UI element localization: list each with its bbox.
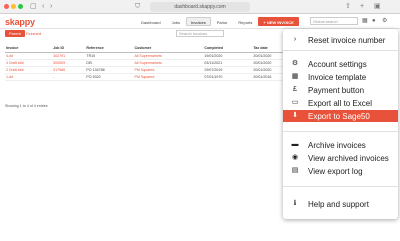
menu-item-label: Invoice template bbox=[308, 72, 367, 82]
forward-icon[interactable]: › bbox=[50, 2, 52, 12]
menu-item-reset-invoice-number[interactable]: › Reset invoice number bbox=[283, 34, 398, 46]
column-header[interactable]: Reference bbox=[85, 45, 134, 53]
menu-item-label: Account settings bbox=[308, 59, 367, 69]
table-row[interactable]: 2 Draft ### 317966 PO 134788 PM Squared … bbox=[5, 66, 300, 74]
column-header[interactable]: Completed bbox=[203, 45, 253, 53]
menu-item-label: Payment button bbox=[308, 85, 365, 95]
invoices-table: Invoice Job ID Reference Customer Comple… bbox=[5, 45, 300, 81]
customer-cell[interactable]: All Supermarkets bbox=[133, 59, 204, 67]
menu-item-label: Reset invoice number bbox=[308, 35, 386, 45]
archive-icon: ▬ bbox=[291, 141, 299, 148]
invoice-cell[interactable]: 2 Draft ### bbox=[5, 66, 53, 74]
gear-icon: ⚙ bbox=[291, 60, 299, 67]
menu-item-archive-invoices[interactable]: ▬ Archive invoices bbox=[283, 139, 398, 151]
chevron-right-icon: › bbox=[293, 36, 297, 43]
reference-cell: TR10 bbox=[85, 52, 134, 60]
document-icon: ▤ bbox=[291, 167, 299, 174]
pound-icon: £ bbox=[293, 86, 297, 93]
nav-invoices[interactable]: Invoices bbox=[186, 17, 211, 26]
table-row[interactable]: 3 Draft ### 300509 DEI All Supermarkets … bbox=[5, 59, 300, 67]
table-row-count: Showing 1 to 4 of 4 entries bbox=[5, 104, 48, 108]
nav-jobs[interactable]: Jobs bbox=[167, 17, 185, 26]
menu-item-label: Export to Sage50 bbox=[308, 111, 370, 121]
menu-item-label: Help and support bbox=[308, 199, 369, 209]
info-icon: ℹ bbox=[293, 200, 297, 207]
table-header-row: Invoice Job ID Reference Customer Comple… bbox=[5, 45, 300, 53]
completed-cell: 29/07/2019 bbox=[203, 66, 253, 74]
job-id-cell[interactable]: 300509 bbox=[52, 59, 86, 67]
new-invoice-button[interactable]: + NEW INVOICE bbox=[258, 17, 299, 26]
menu-item-view-archived-invoices[interactable]: ◉ View archived invoices bbox=[283, 152, 398, 164]
new-tab-icon[interactable]: + bbox=[360, 2, 364, 12]
nav-dashboard[interactable]: Dashboard bbox=[136, 17, 166, 26]
privacy-shield-icon[interactable]: ⛉ bbox=[135, 2, 140, 12]
job-id-cell[interactable]: - bbox=[52, 73, 86, 81]
maximize-window-button[interactable] bbox=[18, 4, 23, 9]
column-header[interactable]: Job ID bbox=[52, 45, 86, 53]
nav-parlor[interactable]: Parlor bbox=[212, 17, 233, 26]
tab-finished[interactable]: Finished bbox=[22, 30, 45, 37]
column-header[interactable]: Customer bbox=[133, 45, 204, 53]
tab-overview-icon[interactable]: ▣ bbox=[374, 2, 381, 12]
reference-cell: PO 134788 bbox=[85, 66, 134, 74]
settings-icon[interactable]: ⚙ bbox=[382, 17, 387, 25]
file-icon: ▭ bbox=[291, 99, 299, 106]
menu-item-invoice-template[interactable]: ▦ Invoice template bbox=[283, 71, 398, 83]
back-icon[interactable]: ‹ bbox=[42, 2, 44, 12]
invoice-cell[interactable]: 3 Draft ### bbox=[5, 59, 53, 67]
completed-cell: 03/11/2021 bbox=[203, 59, 253, 67]
menu-item-label: Archive invoices bbox=[308, 140, 366, 150]
invoice-search-input[interactable]: Search invoices bbox=[176, 30, 224, 37]
global-search-input[interactable]: Global search bbox=[310, 17, 358, 25]
minimize-window-button[interactable] bbox=[11, 4, 16, 9]
invoice-cell[interactable]: 4-## bbox=[5, 52, 53, 60]
menu-item-export-excel[interactable]: ▭ Export all to Excel bbox=[283, 97, 398, 109]
menu-divider bbox=[283, 186, 398, 187]
customer-cell[interactable]: All Supermarkets bbox=[133, 52, 204, 60]
address-bar[interactable]: dashboard.skappy.com bbox=[150, 2, 250, 12]
completed-cell: 07/01/1970 bbox=[203, 73, 253, 81]
table-row[interactable]: 1-## - PO 5320 PM Squared 07/01/1970 20/… bbox=[5, 73, 300, 81]
menu-item-payment-button[interactable]: £ Payment button bbox=[283, 84, 398, 96]
menu-item-label: View export log bbox=[308, 166, 363, 176]
app-logo[interactable]: skappy bbox=[5, 17, 35, 27]
customer-cell[interactable]: PM Squared bbox=[133, 73, 204, 81]
sidebar-toggle-icon[interactable]: ▢ bbox=[30, 2, 37, 12]
calendar-icon[interactable]: ▦ bbox=[362, 17, 368, 25]
menu-item-export-sage50[interactable]: ⬇ Export to Sage50 bbox=[283, 110, 398, 122]
main-nav: Dashboard Jobs Invoices Parlor Reports +… bbox=[136, 17, 299, 26]
share-icon[interactable]: ⇧ bbox=[345, 2, 351, 12]
reference-cell: PO 5320 bbox=[85, 73, 134, 81]
reference-cell: DEI bbox=[85, 59, 134, 67]
nav-reports[interactable]: Reports bbox=[233, 17, 257, 26]
column-header[interactable]: Invoice bbox=[5, 45, 53, 53]
menu-item-view-export-log[interactable]: ▤ View export log bbox=[283, 165, 398, 177]
menu-item-account-settings[interactable]: ⚙ Account settings bbox=[283, 58, 398, 70]
invoice-cell[interactable]: 1-## bbox=[5, 73, 53, 81]
menu-item-help-support[interactable]: ℹ Help and support bbox=[283, 198, 398, 210]
invoice-actions-menu: › Reset invoice number ⚙ Account setting… bbox=[283, 29, 398, 219]
eye-icon: ◉ bbox=[291, 154, 299, 161]
menu-divider bbox=[283, 131, 398, 132]
menu-item-label: Export all to Excel bbox=[308, 98, 373, 108]
download-icon: ⬇ bbox=[292, 112, 298, 119]
menu-divider bbox=[283, 50, 398, 51]
close-window-button[interactable] bbox=[4, 4, 9, 9]
job-id-cell[interactable]: 317966 bbox=[52, 66, 86, 74]
notification-icon[interactable]: ● bbox=[372, 17, 376, 25]
completed-cell: 19/01/2020 bbox=[203, 52, 253, 60]
table-icon: ▦ bbox=[291, 73, 299, 80]
menu-item-label: View archived invoices bbox=[308, 153, 389, 163]
customer-cell[interactable]: PM Squared bbox=[133, 66, 204, 74]
table-row[interactable]: 4-## 302791 TR10 All Supermarkets 19/01/… bbox=[5, 52, 300, 60]
job-id-cell[interactable]: 302791 bbox=[52, 52, 86, 60]
browser-toolbar: ▢ ‹ › ⛉ dashboard.skappy.com ⇧ + ▣ bbox=[0, 0, 400, 14]
